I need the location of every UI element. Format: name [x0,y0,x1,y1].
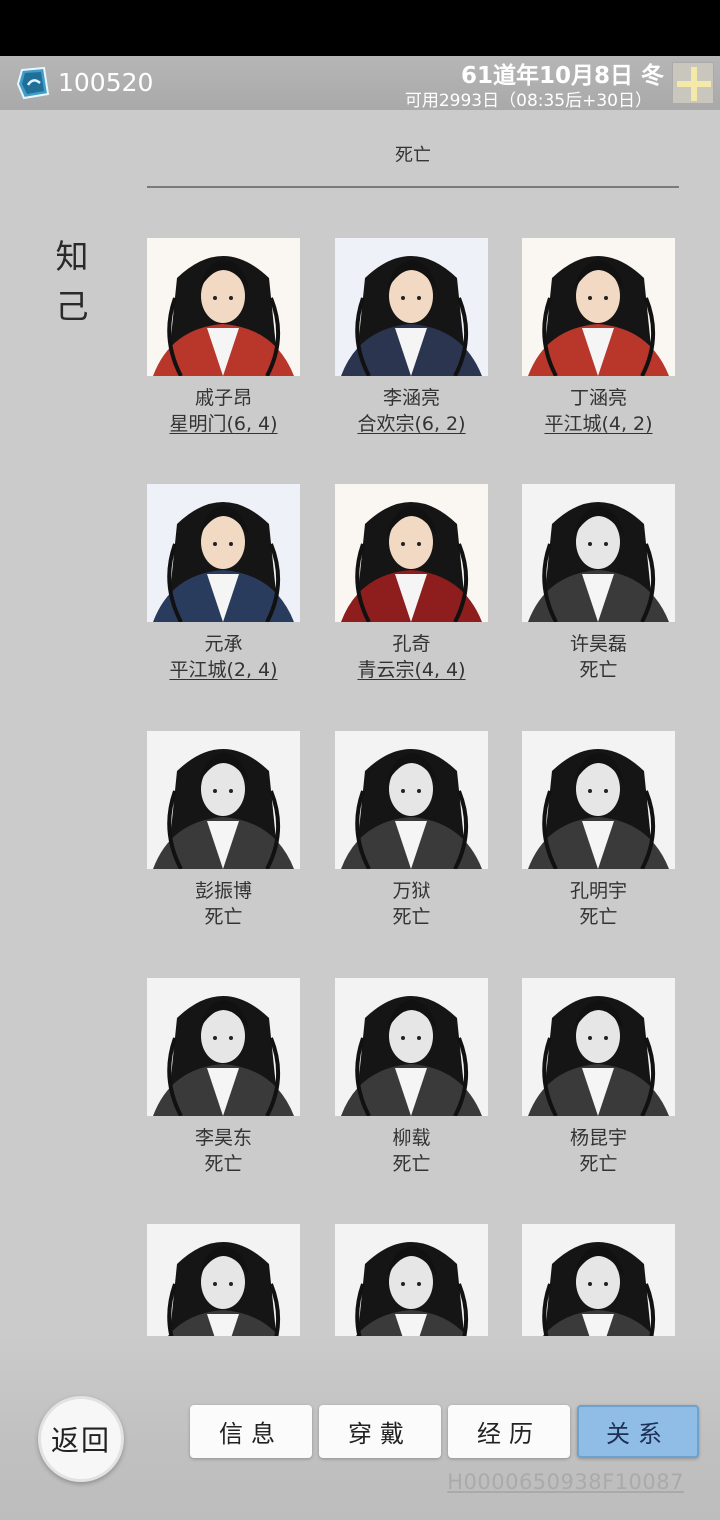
character-card[interactable]: 李涵亮 合欢宗(6, 2) [335,238,488,437]
character-location-link[interactable]: 青云宗(4, 4) [335,657,488,683]
add-button[interactable] [672,62,714,104]
character-name: 万狱 [392,880,431,902]
tab-history[interactable]: 经历 [448,1405,570,1458]
character-portrait[interactable] [522,731,675,869]
character-name: 彭振博 [194,880,252,902]
section-title: 死亡 [395,145,431,166]
character-card[interactable]: 丁涵亮 平江城(4, 2) [522,238,675,437]
character-card[interactable]: 彭振博 死亡 [147,731,300,930]
character-status: 死亡 [579,659,618,681]
game-date: 61道年10月8日 冬 [460,63,664,89]
character-card[interactable]: 万狱 死亡 [335,731,488,930]
build-id: H0000650938F10087 [447,1470,684,1494]
character-card[interactable] [335,1224,488,1336]
character-status: 死亡 [204,1153,243,1175]
character-status: 死亡 [392,906,431,928]
character-name: 柳载 [392,1127,431,1149]
character-name: 戚子昂 [194,387,252,409]
available-days: 可用2993日（08:35后+30日） [404,91,652,111]
side-label-line1: 知 [55,237,89,276]
character-status: 死亡 [579,906,618,928]
character-card[interactable]: 杨昆宇 死亡 [522,978,675,1177]
character-portrait[interactable] [335,978,488,1116]
character-portrait[interactable] [147,238,300,376]
character-location-link[interactable]: 星明门(6, 4) [147,411,300,437]
character-card[interactable]: 柳载 死亡 [335,978,488,1177]
character-portrait[interactable] [147,1224,300,1336]
character-name: 元承 [204,633,243,655]
character-name: 孔奇 [392,633,431,655]
character-status: 死亡 [204,906,243,928]
character-name: 孔明宇 [569,880,627,902]
character-location-link[interactable]: 平江城(2, 4) [147,657,300,683]
character-name: 李涵亮 [382,387,440,409]
character-status: 死亡 [392,1153,431,1175]
character-card[interactable]: 元承 平江城(2, 4) [147,484,300,683]
character-portrait[interactable] [335,731,488,869]
character-name: 许昊磊 [569,633,627,655]
character-card[interactable] [147,1224,300,1336]
character-grid: 戚子昂 星明门(6, 4) 李涵亮 合欢宗(6, 2) 丁涵亮 平江城(4, 2) 元承 平江… [147,238,679,1336]
character-status: 死亡 [579,1153,618,1175]
character-card[interactable] [522,1224,675,1336]
status-bar [0,0,720,56]
character-card[interactable]: 孔奇 青云宗(4, 4) [335,484,488,683]
character-portrait[interactable] [147,484,300,622]
character-name: 丁涵亮 [569,387,627,409]
character-location-link[interactable]: 平江城(4, 2) [522,411,675,437]
character-portrait[interactable] [335,238,488,376]
character-portrait[interactable] [522,1224,675,1336]
character-card[interactable]: 戚子昂 星明门(6, 4) [147,238,300,437]
currency-value: 100520 [58,68,154,97]
plus-icon [677,67,711,101]
character-portrait[interactable] [147,731,300,869]
side-label: 知 己 [50,232,94,332]
spirit-stone-icon [14,64,52,102]
top-bar: 100520 61道年10月8日 冬 可用2993日（08:35后+30日） [0,56,720,111]
character-card[interactable]: 李昊东 死亡 [147,978,300,1177]
back-button[interactable]: 返回 [38,1396,124,1482]
character-portrait[interactable] [522,484,675,622]
character-location-link[interactable]: 合欢宗(6, 2) [335,411,488,437]
character-card[interactable]: 许昊磊 死亡 [522,484,675,683]
section-divider [147,186,679,188]
tab-relations[interactable]: 关系 [577,1405,699,1458]
character-name: 李昊东 [194,1127,252,1149]
character-portrait[interactable] [522,238,675,376]
side-label-line2: 己 [55,287,89,326]
character-card[interactable]: 孔明宇 死亡 [522,731,675,930]
character-name: 杨昆宇 [569,1127,627,1149]
character-portrait[interactable] [522,978,675,1116]
character-portrait[interactable] [147,978,300,1116]
tab-equipment[interactable]: 穿戴 [319,1405,441,1458]
character-portrait[interactable] [335,1224,488,1336]
tab-info[interactable]: 信息 [190,1405,312,1458]
character-portrait[interactable] [335,484,488,622]
